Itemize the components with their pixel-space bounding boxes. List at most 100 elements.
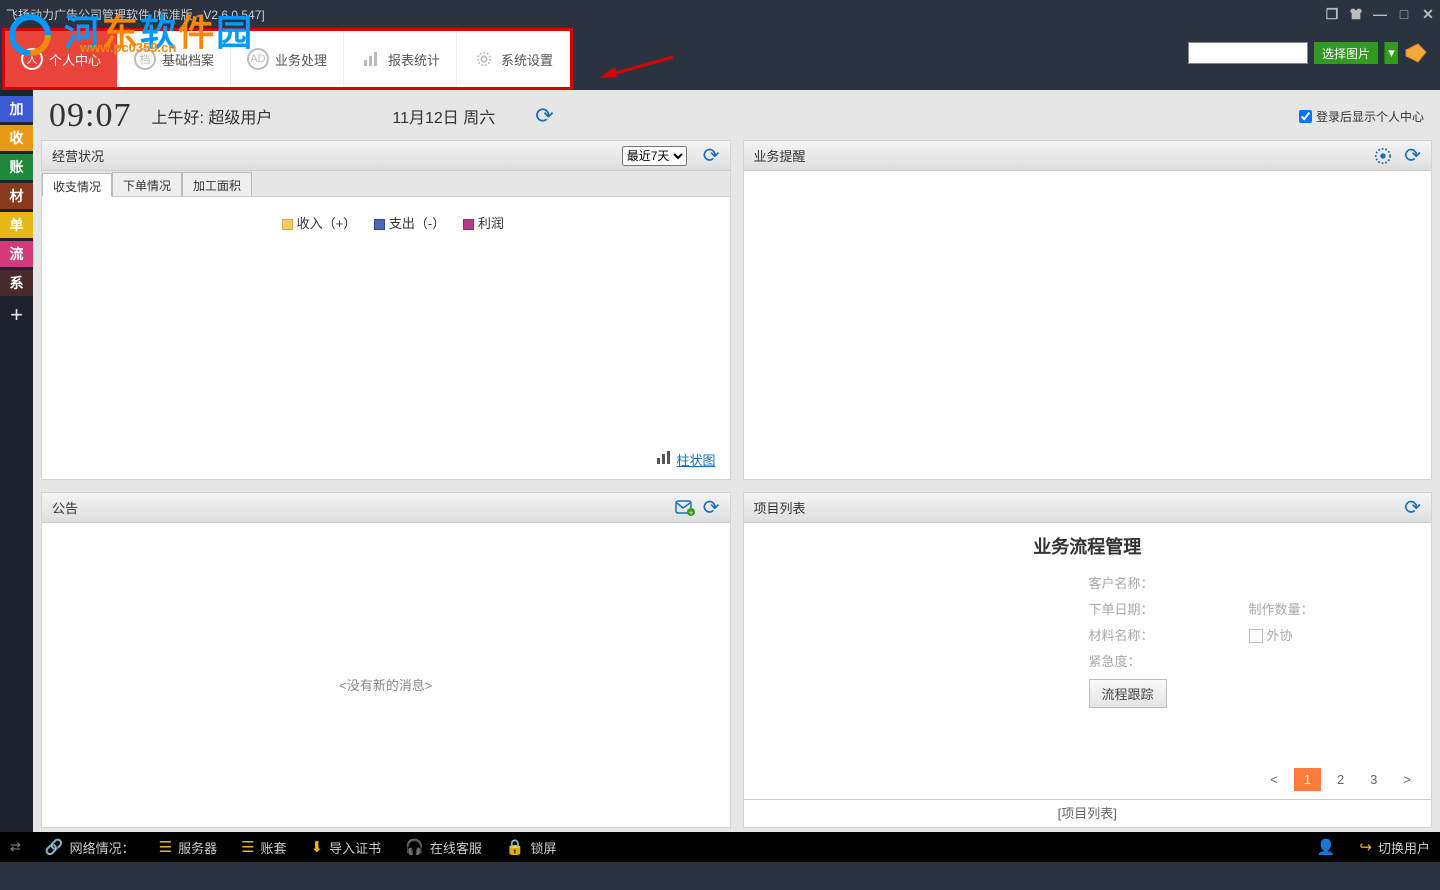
- tab-label: 业务处理: [275, 50, 327, 69]
- window-close-icon[interactable]: ✕: [1416, 0, 1440, 28]
- new-message-icon[interactable]: +: [675, 500, 695, 516]
- status-network[interactable]: 🔗 网络情况：: [45, 838, 135, 857]
- main-area: 09:07 上午好: 超级用户 11月12日 周六 ⟳ 登录后显示个人中心 经营…: [33, 90, 1440, 832]
- date-range-select[interactable]: 最近7天: [622, 146, 687, 166]
- user-icon: 人: [21, 48, 43, 70]
- tab-basic-archives[interactable]: 档基础档案: [118, 31, 231, 87]
- import-icon: ⬇: [311, 838, 324, 856]
- empty-message: <没有新的消息>: [42, 675, 730, 694]
- link-icon: 🔗: [45, 838, 64, 856]
- pager-page-1[interactable]: 1: [1294, 768, 1321, 791]
- book-icon: ☰: [241, 838, 254, 856]
- sidebar-item-receive[interactable]: 收: [0, 125, 33, 151]
- panel-header: 业务提醒 ⟳: [744, 141, 1432, 171]
- sidebar-item-order[interactable]: 单: [0, 212, 33, 238]
- select-image-button[interactable]: 选择图片: [1314, 42, 1378, 64]
- panel-business-status: 经营状况 最近7天 ⟳ 收支情况 下单情况 加工面积 收入（+） 支出（-） 利…: [41, 140, 731, 480]
- announcement-icon[interactable]: [1404, 42, 1430, 64]
- panel-title: 公告: [52, 498, 78, 517]
- status-label: 锁屏: [531, 838, 557, 857]
- panel-body: 收入（+） 支出（-） 利润 柱状图: [42, 197, 730, 479]
- subtabs: 收支情况 下单情况 加工面积: [42, 171, 730, 197]
- tab-personal-center[interactable]: 人个人中心: [5, 31, 118, 87]
- status-label: 导入证书: [329, 838, 381, 857]
- legend-swatch-income: [282, 219, 293, 230]
- outsource-checkbox[interactable]: [1249, 629, 1263, 643]
- process-track-button[interactable]: 流程跟踪: [1089, 679, 1167, 708]
- window-minimize-icon[interactable]: —: [1368, 0, 1392, 28]
- dashboard-grid: 经营状况 最近7天 ⟳ 收支情况 下单情况 加工面积 收入（+） 支出（-） 利…: [41, 140, 1432, 828]
- select-image-dropdown[interactable]: ▾: [1384, 42, 1398, 64]
- sidebar-item-flow[interactable]: 流: [0, 241, 33, 267]
- tab-label: 报表统计: [388, 50, 440, 69]
- tab-system-settings[interactable]: 系统设置: [457, 31, 570, 87]
- status-label: 服务器: [178, 838, 217, 857]
- pager-prev[interactable]: <: [1260, 768, 1288, 791]
- date-display: 11月12日 周六: [392, 104, 495, 128]
- tab-report-stats[interactable]: 报表统计: [344, 31, 457, 87]
- legend-label: 收入（+）: [297, 216, 357, 231]
- window-copy-icon[interactable]: ❐: [1320, 0, 1344, 28]
- bar-chart-link[interactable]: 柱状图: [656, 450, 715, 469]
- panel-body: <没有新的消息>: [42, 523, 730, 827]
- status-account-set[interactable]: ☰ 账套: [241, 838, 286, 857]
- sidebar-item-system[interactable]: 系: [0, 270, 33, 296]
- greeting: 上午好: 超级用户: [151, 104, 272, 128]
- tab-business-process[interactable]: AD业务处理: [231, 31, 344, 87]
- status-label: 在线客服: [430, 838, 482, 857]
- legend-label: 利润: [478, 216, 504, 231]
- svg-text:+: +: [689, 510, 693, 516]
- panel-title: 经营状况: [52, 146, 104, 165]
- status-label: 网络情况：: [70, 838, 135, 857]
- legend-swatch-expense: [374, 219, 385, 230]
- tab-label: 基础档案: [162, 50, 214, 69]
- window-controls: ❐ — □ ✕: [1320, 0, 1440, 28]
- status-server[interactable]: ☰ 服务器: [159, 838, 217, 857]
- status-import-cert[interactable]: ⬇ 导入证书: [311, 838, 382, 857]
- server-icon: ☰: [159, 838, 172, 856]
- sidebar-item-material[interactable]: 材: [0, 183, 33, 209]
- link-label: 柱状图: [676, 450, 715, 469]
- status-swap[interactable]: ⇄: [10, 839, 21, 855]
- tab-label: 个人中心: [49, 50, 101, 69]
- subtab-orders[interactable]: 下单情况: [112, 172, 182, 196]
- headset-icon: 🎧: [405, 838, 424, 856]
- sidebar-add-button[interactable]: +: [0, 299, 33, 331]
- legend-swatch-profit: [463, 219, 474, 230]
- panel-body: 业务流程管理 客户名称： 下单日期：制作数量： 材料名称：外协 紧急度： 流程跟…: [744, 523, 1432, 827]
- checkbox-input[interactable]: [1299, 110, 1312, 123]
- panel-header: 项目列表 ⟳: [744, 493, 1432, 523]
- status-switch-user[interactable]: ↪切换用户: [1359, 838, 1430, 857]
- show-personal-center-checkbox[interactable]: 登录后显示个人中心: [1299, 108, 1424, 125]
- bar-chart-icon: [656, 451, 672, 468]
- subtab-income-expense[interactable]: 收支情况: [42, 173, 112, 197]
- sidebar-item-add[interactable]: 加: [0, 96, 33, 122]
- label-order-date: 下单日期：: [1089, 599, 1159, 618]
- refresh-icon[interactable]: ⟳: [703, 143, 720, 168]
- subtab-processing-area[interactable]: 加工面积: [182, 172, 252, 196]
- pager-page-2[interactable]: 2: [1327, 768, 1354, 791]
- status-current-user[interactable]: 👤: [1317, 838, 1336, 856]
- clock: 09:07: [49, 97, 131, 135]
- status-online-support[interactable]: 🎧 在线客服: [405, 838, 482, 857]
- panel-header: 经营状况 最近7天 ⟳: [42, 141, 730, 171]
- titlebar: 飞扬动力广告公司管理软件 [标准版 - V2.6.0.547] ❐ — □ ✕: [0, 0, 1440, 28]
- refresh-icon[interactable]: ⟳: [1404, 143, 1421, 168]
- refresh-icon[interactable]: ⟳: [535, 103, 553, 129]
- window-shirt-icon[interactable]: [1344, 0, 1368, 28]
- status-label: 账套: [261, 838, 287, 857]
- settings-gear-icon[interactable]: [1374, 147, 1392, 165]
- search-input[interactable]: [1188, 42, 1308, 64]
- app-title: 飞扬动力广告公司管理软件 [标准版 - V2.6.0.547]: [6, 6, 265, 23]
- refresh-icon[interactable]: ⟳: [703, 495, 720, 520]
- archive-icon: 档: [134, 48, 156, 70]
- sidebar-item-account[interactable]: 账: [0, 154, 33, 180]
- pager-next[interactable]: >: [1393, 768, 1421, 791]
- label-urgency: 紧急度：: [1089, 651, 1159, 670]
- pager-page-3[interactable]: 3: [1360, 768, 1387, 791]
- main-nav: 人个人中心 档基础档案 AD业务处理 报表统计 系统设置 选择图片 ▾: [0, 28, 1440, 90]
- status-lock-screen[interactable]: 🔒锁屏: [506, 838, 557, 857]
- label-outsource: 外协: [1267, 628, 1293, 643]
- window-maximize-icon[interactable]: □: [1392, 0, 1416, 28]
- refresh-icon[interactable]: ⟳: [1404, 495, 1421, 520]
